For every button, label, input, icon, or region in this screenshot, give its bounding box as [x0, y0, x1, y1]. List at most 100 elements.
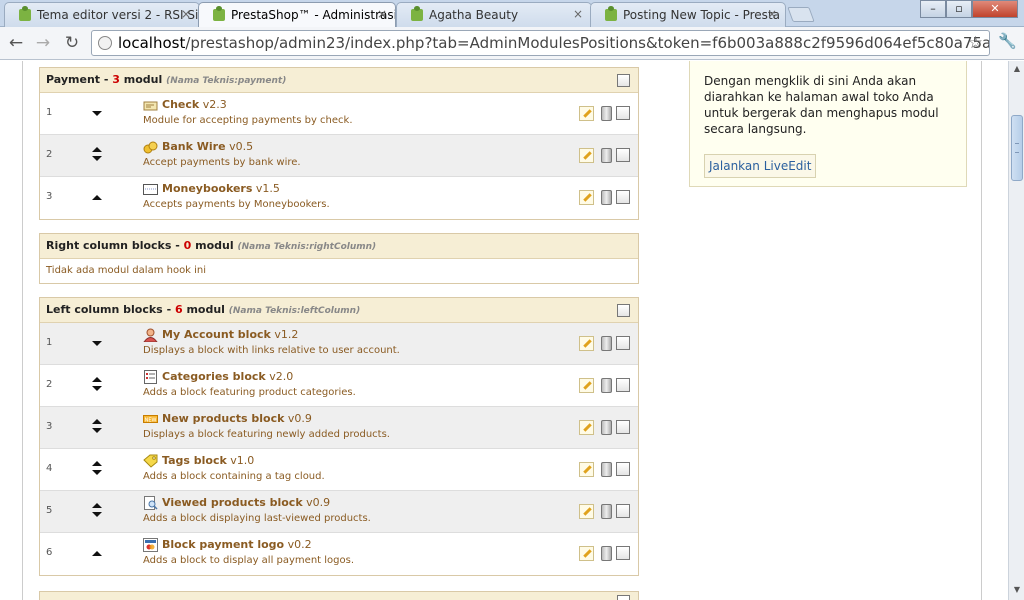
move-up-icon[interactable] [92, 195, 102, 200]
browser-toolbar: ← → ↻ localhost/prestashop/admin23/index… [0, 27, 1024, 60]
edit-pencil-icon[interactable] [579, 190, 594, 205]
tab-close-icon[interactable]: × [181, 7, 191, 21]
move-up-icon[interactable] [92, 419, 102, 424]
module-name[interactable]: Viewed products block v0.9 [162, 496, 330, 509]
bank-wire-module-icon [143, 140, 158, 154]
bookmark-star-icon[interactable]: ☆ [968, 31, 983, 55]
module-name[interactable]: Moneybookers v1.5 [162, 182, 280, 195]
module-checkbox[interactable] [616, 148, 630, 162]
module-name[interactable]: My Account block v1.2 [162, 328, 298, 341]
maximize-button[interactable]: ▫ [946, 0, 972, 18]
trash-icon[interactable] [601, 190, 612, 205]
move-down-icon[interactable] [92, 386, 102, 391]
module-checkbox[interactable] [616, 106, 630, 120]
module-row: 1 My Account block v1.2 Displays a block… [40, 323, 638, 365]
move-down-icon[interactable] [92, 111, 102, 116]
vertical-scrollbar[interactable]: ▲ ▼ [1008, 61, 1024, 600]
module-name[interactable]: Tags block v1.0 [162, 454, 254, 467]
module-checkbox[interactable] [616, 378, 630, 392]
reload-icon[interactable]: ↻ [61, 32, 83, 54]
scroll-down-icon[interactable]: ▼ [1011, 584, 1023, 596]
move-down-icon[interactable] [92, 428, 102, 433]
module-row: 2 Bank Wire v0.5 Accept payments by bank… [40, 135, 638, 177]
hook-panel-left-column: Left column blocks - 6 modul (Nama Tekni… [39, 297, 639, 576]
edit-pencil-icon[interactable] [579, 462, 594, 477]
empty-hook-message: Tidak ada modul dalam hook ini [46, 265, 207, 276]
module-row: 1 Check v2.3 Module for accepting paymen… [40, 93, 638, 135]
tab-close-icon[interactable]: × [767, 7, 777, 21]
liveedit-box: Dengan mengklik di sini Anda akan diarah… [689, 61, 967, 187]
tab-close-icon[interactable]: × [377, 7, 387, 21]
trash-icon[interactable] [601, 336, 612, 351]
tab-posting-new-topic[interactable]: Posting New Topic - Presta × [590, 2, 786, 27]
page-info-icon[interactable] [98, 36, 112, 50]
module-name[interactable]: Block payment logo v0.2 [162, 538, 312, 551]
scrollbar-thumb[interactable] [1011, 115, 1023, 181]
back-icon[interactable]: ← [5, 32, 27, 54]
move-down-icon[interactable] [92, 512, 102, 517]
move-up-icon[interactable] [92, 503, 102, 508]
move-up-icon[interactable] [92, 377, 102, 382]
module-description: Displays a block featuring newly added p… [143, 429, 390, 440]
minimize-button[interactable]: – [920, 0, 946, 18]
address-bar[interactable]: localhost/prestashop/admin23/index.php?t… [91, 30, 990, 56]
trash-icon[interactable] [601, 504, 612, 519]
module-position: 3 [46, 421, 53, 432]
module-checkbox[interactable] [616, 504, 630, 518]
wrench-icon[interactable]: 🔧 [998, 32, 1017, 50]
module-name[interactable]: Bank Wire v0.5 [162, 140, 253, 153]
trash-icon[interactable] [601, 546, 612, 561]
tab-agatha-beauty[interactable]: Agatha Beauty × [396, 2, 592, 27]
tab-tema-editor[interactable]: Tema editor versi 2 - RSI Sis × [4, 2, 200, 27]
new-tab-button[interactable] [787, 7, 815, 22]
module-row: 4 Tags block v1.0 Adds a block containin… [40, 449, 638, 491]
edit-pencil-icon[interactable] [579, 378, 594, 393]
edit-pencil-icon[interactable] [579, 504, 594, 519]
trash-icon[interactable] [601, 420, 612, 435]
module-name[interactable]: Check v2.3 [162, 98, 227, 111]
move-down-icon[interactable] [92, 341, 102, 346]
tab-close-icon[interactable]: × [573, 7, 583, 21]
liveedit-button[interactable]: Jalankan LiveEdit [704, 154, 817, 178]
module-checkbox[interactable] [616, 462, 630, 476]
move-down-icon[interactable] [92, 470, 102, 475]
module-position: 5 [46, 505, 53, 516]
hook-panel-right-column: Right column blocks - 0 modul (Nama Tekn… [39, 233, 639, 284]
edit-pencil-icon[interactable] [579, 148, 594, 163]
move-down-icon[interactable] [92, 156, 102, 161]
hook-select-all-checkbox[interactable] [617, 74, 630, 87]
close-window-button[interactable]: ✕ [972, 0, 1018, 18]
edit-pencil-icon[interactable] [579, 106, 594, 121]
forward-icon[interactable]: → [32, 32, 54, 54]
module-checkbox[interactable] [616, 336, 630, 350]
hook-select-all-checkbox[interactable] [617, 595, 630, 600]
trash-icon[interactable] [601, 106, 612, 121]
hook-header: Right column blocks - 0 modul (Nama Tekn… [40, 234, 638, 259]
move-arrows [92, 374, 104, 396]
user-account-icon [143, 328, 158, 343]
module-name[interactable]: Categories block v2.0 [162, 370, 293, 383]
liveedit-description: Dengan mengklik di sini Anda akan diarah… [704, 74, 939, 136]
prestashop-favicon-icon [411, 6, 423, 21]
trash-icon[interactable] [601, 148, 612, 163]
edit-pencil-icon[interactable] [579, 420, 594, 435]
content-border-right [981, 61, 982, 600]
move-up-icon[interactable] [92, 147, 102, 152]
move-up-icon[interactable] [92, 461, 102, 466]
module-position: 4 [46, 463, 53, 474]
module-name[interactable]: New products block v0.9 [162, 412, 312, 425]
module-checkbox[interactable] [616, 190, 630, 204]
scroll-up-icon[interactable]: ▲ [1011, 63, 1023, 75]
trash-icon[interactable] [601, 378, 612, 393]
module-checkbox[interactable] [616, 420, 630, 434]
hook-select-all-checkbox[interactable] [617, 304, 630, 317]
move-arrows [92, 102, 104, 124]
module-row: 2 Categories block v2.0 Adds a block fea… [40, 365, 638, 407]
edit-pencil-icon[interactable] [579, 336, 594, 351]
edit-pencil-icon[interactable] [579, 546, 594, 561]
tab-prestashop-admin[interactable]: PrestaShop™ - Administrasi × [198, 2, 396, 28]
module-checkbox[interactable] [616, 546, 630, 560]
move-up-icon[interactable] [92, 551, 102, 556]
module-row: 6 Block payment logo v0.2 Adds a block t… [40, 533, 638, 575]
trash-icon[interactable] [601, 462, 612, 477]
